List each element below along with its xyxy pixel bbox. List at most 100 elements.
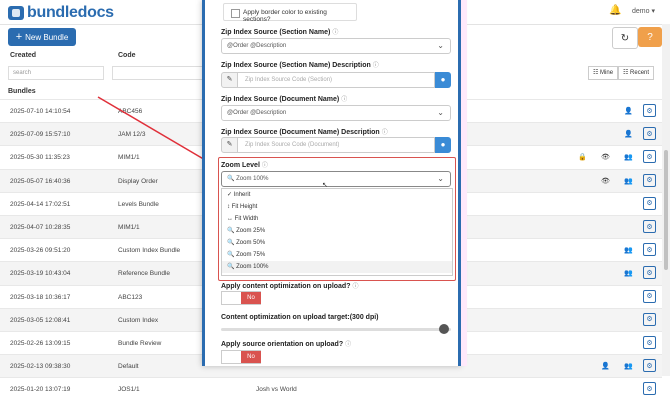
row-settings-button[interactable]: ⚙ [643,127,656,141]
row-status-icon[interactable]: 🔒 [578,153,587,161]
info-icon[interactable]: ⓘ [341,97,347,103]
zip-section-name-select[interactable]: @Order @Description ⌄ [221,38,451,54]
zoom-option-25[interactable]: 🔍 Zoom 25% [222,225,452,237]
zoom-option-label: Zoom 50% [236,240,266,246]
row-settings-button[interactable]: ⚙ [643,336,656,349]
zip-doc-desc-input[interactable]: Zip Index Source Code (Document) [237,137,435,153]
zip-doc-name-label: Zip Index Source (Document Name) ⓘ [221,94,347,103]
zoom-option-75[interactable]: 🔍 Zoom 75% [222,249,452,261]
row-status-icon[interactable]: 👥 [624,362,633,370]
row-settings-button[interactable]: ⚙ [643,312,656,326]
info-icon[interactable]: ⓘ [373,63,379,69]
zip-section-desc-input[interactable]: Zip Index Source Code (Section) [237,72,435,88]
row-extra-text: Josh vs World [256,386,297,394]
filter-recent-button[interactable]: ☷ Recent [618,66,655,80]
row-settings-button[interactable]: ⚙ [643,289,656,303]
row-code: Bundle Review [118,340,162,347]
help-button[interactable]: ? [638,27,662,47]
row-created: 2025-05-30 11:35:23 [10,154,70,162]
new-bundle-button[interactable]: + New Bundle [8,28,76,46]
row-status-icon[interactable]: 👤 [624,107,633,115]
edit-icon[interactable]: ✎ [221,137,238,153]
border-color-option: Apply border color to existing sections? [223,3,357,23]
info-icon[interactable]: ⓘ [382,130,388,136]
zoom-option-fit-width[interactable]: ↔ Fit Width [222,213,452,225]
zoom-option-label: Zoom 100% [236,264,269,270]
zip-doc-name-text: Zip Index Source (Document Name) [221,96,340,103]
zoom-option-label: Inherit [233,192,251,198]
column-header-created[interactable]: Created [10,52,36,59]
row-created: 2025-03-26 09:51:20 [10,247,71,255]
row-created: 2025-07-10 14:10:54 [10,108,71,115]
orientation-label: Apply source orientation on upload? ⓘ [221,339,351,348]
zoom-option-50[interactable]: 🔍 Zoom 50% [222,237,452,249]
filter-mine-button[interactable]: ☷ Mine [588,66,619,80]
content-opt-toggle[interactable]: No [221,291,261,305]
row-settings-button[interactable]: ⚙ [643,196,656,210]
info-icon[interactable]: ⓘ [353,284,359,290]
zoom-option-fit-height[interactable]: ↕ Fit Height [222,201,452,213]
edit-icon[interactable]: ✎ [221,72,238,88]
info-icon[interactable]: ⓘ [345,342,351,348]
column-header-code[interactable]: Code [118,52,136,59]
row-settings-button[interactable]: ⚙ [643,173,656,187]
row-status-icon[interactable]: 👤 [624,130,633,138]
scrollbar-thumb[interactable] [664,150,668,270]
row-created: 2025-07-09 15:57:10 [10,131,71,139]
row-settings-button[interactable]: ⚙ [643,104,656,117]
row-created: 2025-04-14 17:02:51 [10,200,71,208]
user-menu[interactable]: demo ▾ [632,7,655,15]
row-created: 2025-03-19 10:43:04 [10,270,71,278]
page-scrollbar[interactable] [662,24,670,376]
zip-doc-desc-text: Zip Index Source (Document Name) Descrip… [221,129,380,136]
zip-doc-name-select[interactable]: @Order @Description ⌄ [221,105,451,121]
search-input[interactable]: search [8,66,104,80]
toggle-button[interactable]: ● [435,137,451,153]
row-status-icon[interactable]: 👤 [601,362,610,370]
content-opt-text: Apply content optimization on upload? [221,283,351,290]
orientation-toggle[interactable]: No [221,350,261,364]
zip-doc-name-value: @Order @Description [227,110,287,116]
row-code: ABC123 [118,293,143,301]
border-color-checkbox[interactable] [231,9,240,18]
zoom-option-label: Fit Height [231,204,258,210]
row-created: 2025-03-05 12:08:41 [10,316,71,324]
content-opt-label: Apply content optimization on upload? ⓘ [221,281,359,290]
row-settings-button[interactable]: ⚙ [643,266,656,280]
bell-icon[interactable]: 🔔 [609,5,621,16]
row-code: MIM1/1 [118,154,140,162]
zoom-option-100[interactable]: 🔍 Zoom 100% [222,261,452,273]
row-status-icon[interactable]: 👥 [624,269,633,277]
row-status-icon[interactable]: 👥 [624,177,633,185]
target-slider[interactable] [221,324,451,334]
zoom-level-dropdown: ✓ Inherit ↕ Fit Height ↔ Fit Width 🔍 Zoo… [221,188,453,276]
mouse-cursor-icon: ↖ [322,182,328,189]
zoom-option-label: Zoom 25% [236,228,266,234]
zip-doc-desc-group: ✎ Zip Index Source Code (Document) ● [221,137,451,153]
row-status-icon[interactable]: 👁 [601,177,610,185]
row-settings-button[interactable]: ⚙ [643,359,656,373]
zip-section-name-text: Zip Index Source (Section Name) [221,29,331,36]
refresh-button[interactable]: ↻ [612,27,638,49]
modal-scrollbar[interactable] [461,0,467,366]
info-icon[interactable]: ⓘ [262,163,268,169]
zip-section-desc-text: Zip Index Source (Section Name) Descript… [221,62,371,69]
row-status-icon[interactable]: 👁 [601,153,610,161]
table-row[interactable]: 2025-01-20 13:07:19 JOS1/1 ⚙ Josh vs World [0,377,662,401]
zoom-option-inherit[interactable]: ✓ Inherit [222,189,452,201]
code-search-input[interactable] [112,66,208,80]
zoom-level-select[interactable]: 🔍 Zoom 100% ⌄ [221,171,451,187]
row-created: 2025-04-07 10:28:35 [10,224,71,231]
brand-logo[interactable]: bundledocs [8,4,114,22]
row-settings-button[interactable]: ⚙ [643,382,656,396]
info-icon[interactable]: ⓘ [332,30,338,36]
row-settings-button[interactable]: ⚙ [643,220,656,233]
row-settings-button[interactable]: ⚙ [643,243,656,257]
row-status-icon[interactable]: 👥 [624,153,633,161]
row-status-icon[interactable]: 👥 [624,246,633,254]
row-settings-button[interactable]: ⚙ [643,150,656,164]
slider-knob[interactable] [439,324,449,334]
toggle-button[interactable]: ● [435,72,451,88]
row-code: JAM 12/3 [118,131,146,139]
toggle-off-side [222,292,241,304]
